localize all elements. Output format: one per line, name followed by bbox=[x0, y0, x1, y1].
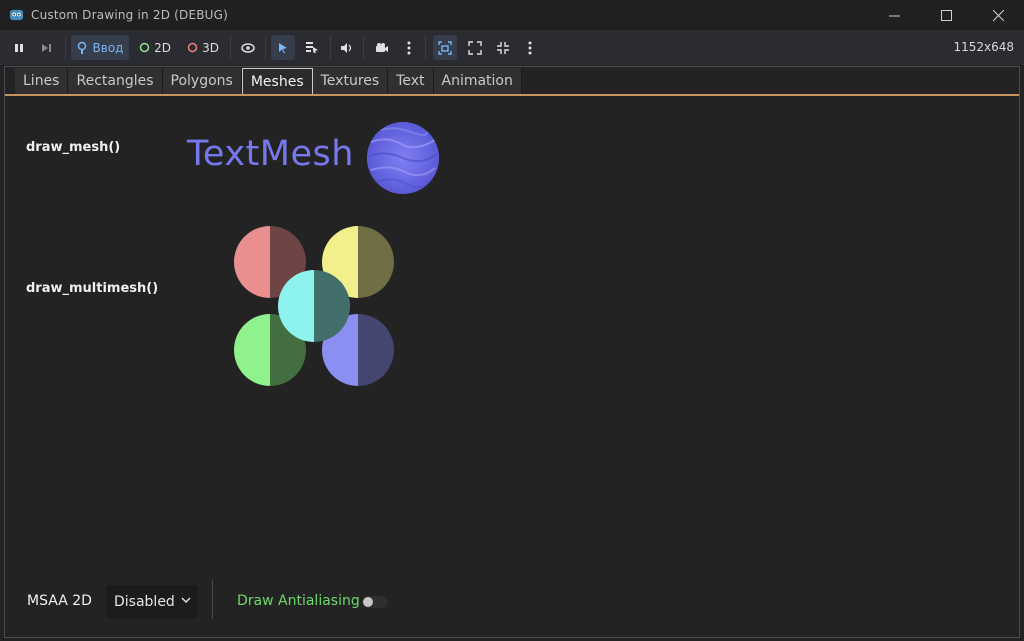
circle-3d-icon bbox=[187, 42, 198, 53]
tab-text[interactable]: Text bbox=[388, 68, 434, 94]
mode-3d-button[interactable]: 3D bbox=[183, 35, 223, 60]
embed-window-button[interactable] bbox=[433, 35, 457, 60]
minimize-button[interactable] bbox=[868, 0, 920, 30]
eye-icon bbox=[241, 42, 255, 53]
tab-animation[interactable]: Animation bbox=[433, 68, 522, 94]
godot-icon bbox=[9, 9, 24, 21]
maximize-icon bbox=[940, 9, 952, 21]
draw-antialiasing-label[interactable]: Draw Antialiasing bbox=[237, 593, 360, 609]
toolbar-separator bbox=[230, 36, 231, 59]
draw-multimesh-label: draw_multimesh() bbox=[26, 281, 159, 296]
tab-bar: Lines Rectangles Polygons Meshes Texture… bbox=[15, 68, 522, 94]
noise-texture bbox=[367, 122, 439, 194]
tab-lines[interactable]: Lines bbox=[15, 68, 69, 94]
next-frame-button[interactable] bbox=[36, 35, 58, 60]
window-title: Custom Drawing in 2D (DEBUG) bbox=[31, 8, 229, 22]
tab-rectangles[interactable]: Rectangles bbox=[68, 68, 163, 94]
cursor-arrow-icon bbox=[279, 42, 287, 53]
mode-3d-label: 3D bbox=[202, 40, 219, 55]
msaa-label: MSAA 2D bbox=[27, 593, 92, 609]
camera-menu-button[interactable] bbox=[400, 35, 418, 60]
camera-button[interactable] bbox=[370, 35, 394, 60]
toolbar-separator bbox=[65, 36, 66, 59]
list-select-button[interactable] bbox=[300, 35, 324, 60]
fit-window-button[interactable] bbox=[463, 35, 487, 60]
textured-sphere-mesh bbox=[367, 122, 439, 194]
chevron-down-icon bbox=[181, 597, 191, 604]
input-button[interactable]: Ввод bbox=[71, 35, 129, 60]
mode-2d-label: 2D bbox=[154, 40, 171, 55]
minimize-icon bbox=[888, 15, 900, 16]
close-button[interactable] bbox=[972, 0, 1024, 30]
fullscreen-icon bbox=[497, 41, 509, 54]
debug-toolbar: Ввод 2D 3D 1152x648 bbox=[0, 30, 1024, 65]
toggle-knob bbox=[363, 597, 373, 607]
expand-icon bbox=[468, 40, 482, 55]
audio-button[interactable] bbox=[336, 35, 358, 60]
maximize-button[interactable] bbox=[920, 0, 972, 30]
title-bar: Custom Drawing in 2D (DEBUG) bbox=[0, 0, 1024, 30]
tab-container: Lines Rectangles Polygons Meshes Texture… bbox=[4, 66, 1020, 638]
kebab-menu-icon bbox=[407, 41, 411, 54]
tab-textures[interactable]: Textures bbox=[312, 68, 389, 94]
msaa-selected-value: Disabled bbox=[114, 594, 175, 610]
input-icon bbox=[77, 41, 86, 54]
toolbar-separator bbox=[330, 36, 331, 59]
speaker-icon bbox=[341, 42, 352, 53]
tab-polygons[interactable]: Polygons bbox=[162, 68, 242, 94]
maximize-game-button[interactable] bbox=[491, 35, 515, 60]
embed-window-icon bbox=[438, 40, 452, 55]
multimesh-instance-cyan bbox=[278, 270, 350, 342]
game-window: Custom Drawing in 2D (DEBUG) Ввод 2D 3D … bbox=[0, 0, 1024, 641]
toolbar-separator bbox=[425, 36, 426, 59]
draw-mesh-label: draw_mesh() bbox=[26, 140, 121, 155]
textmesh-text: TextMesh bbox=[187, 134, 354, 174]
list-cursor-icon bbox=[306, 42, 318, 53]
meshes-panel: draw_mesh() TextMesh draw_multimesh() MS… bbox=[5, 94, 1019, 637]
input-label: Ввод bbox=[92, 40, 124, 55]
kebab-menu-icon bbox=[528, 41, 532, 54]
camera-icon bbox=[376, 42, 388, 52]
toolbar-separator bbox=[265, 36, 266, 59]
next-frame-icon bbox=[42, 43, 51, 52]
resolution-readout: 1152x648 bbox=[953, 40, 1014, 54]
close-icon bbox=[992, 9, 1004, 21]
mode-2d-button[interactable]: 2D bbox=[135, 35, 175, 60]
visibility-button[interactable] bbox=[237, 35, 259, 60]
controls-separator bbox=[212, 580, 213, 619]
toolbar-separator bbox=[363, 36, 364, 59]
msaa-dropdown[interactable]: Disabled bbox=[106, 585, 198, 619]
embed-menu-button[interactable] bbox=[521, 35, 539, 60]
draw-antialiasing-toggle[interactable] bbox=[362, 596, 388, 608]
pause-button[interactable] bbox=[9, 35, 29, 60]
pause-icon bbox=[15, 43, 23, 52]
circle-2d-icon bbox=[139, 42, 150, 53]
select-tool-button[interactable] bbox=[271, 35, 295, 60]
tab-meshes[interactable]: Meshes bbox=[241, 68, 313, 94]
